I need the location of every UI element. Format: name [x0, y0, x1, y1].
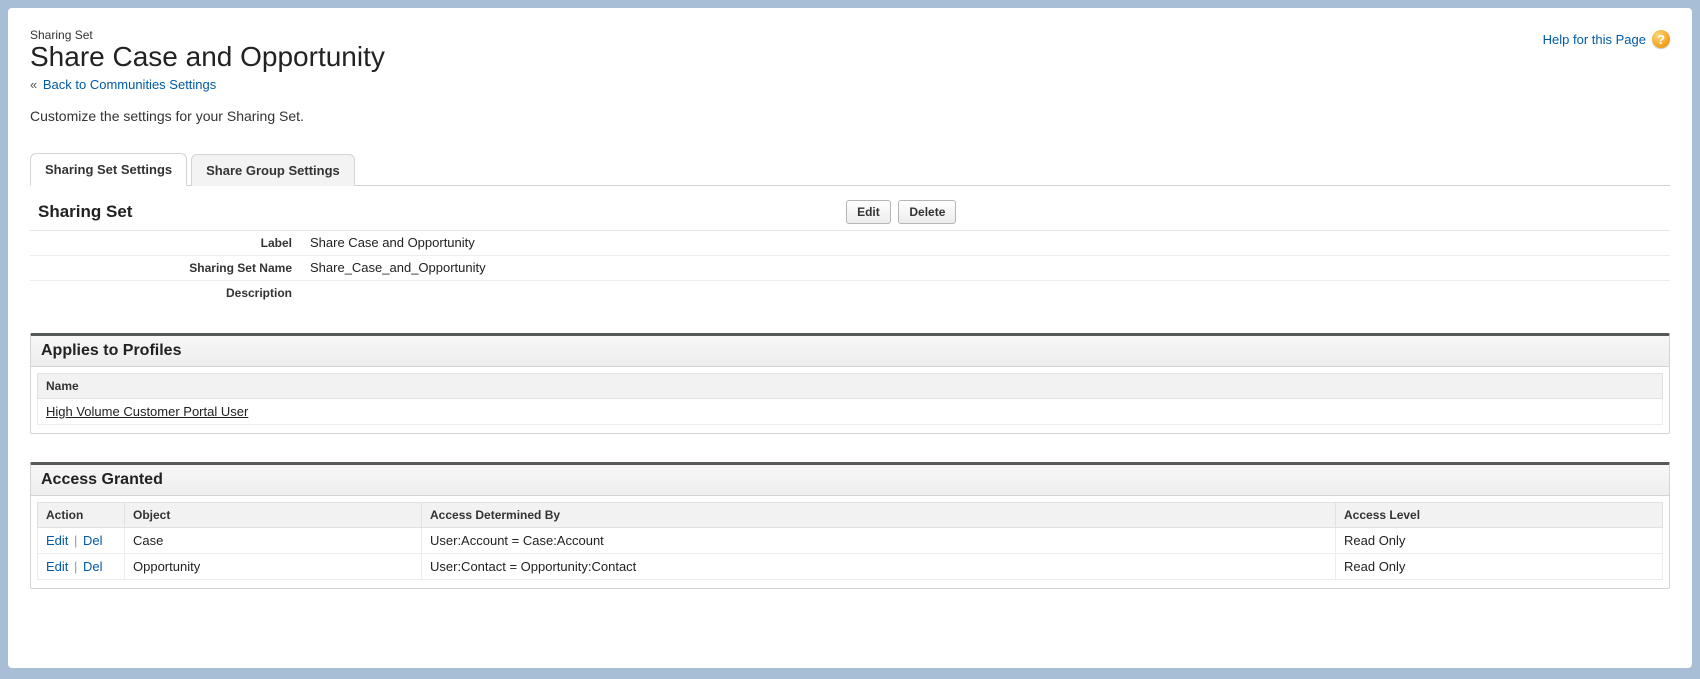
- access-action-cell: Edit | Del: [38, 553, 125, 579]
- access-edit-link[interactable]: Edit: [46, 533, 68, 548]
- access-object: Opportunity: [125, 553, 422, 579]
- tab-row: Sharing Set Settings Share Group Setting…: [30, 152, 1670, 186]
- profiles-table: Name High Volume Customer Portal User: [37, 373, 1663, 425]
- profiles-col-name: Name: [38, 373, 1663, 398]
- detail-header-row: Sharing Set Edit Delete: [30, 200, 1670, 224]
- detail-row-name: Sharing Set Name Share_Case_and_Opportun…: [30, 256, 1670, 281]
- action-separator: |: [74, 533, 77, 548]
- detail-label-label: Label: [30, 232, 310, 254]
- back-link-row: « Back to Communities Settings: [30, 77, 385, 92]
- detail-value-description: [310, 289, 1670, 297]
- detail-value-name: Share_Case_and_Opportunity: [310, 256, 1670, 279]
- access-del-link[interactable]: Del: [83, 559, 103, 574]
- detail-button-bar: Edit Delete: [132, 200, 1670, 224]
- access-panel-body: Action Object Access Determined By Acces…: [31, 496, 1669, 588]
- edit-button[interactable]: Edit: [846, 200, 891, 224]
- profile-link[interactable]: High Volume Customer Portal User: [46, 404, 248, 419]
- help-link-label: Help for this Page: [1543, 32, 1646, 47]
- table-row: Edit | Del Opportunity User:Contact = Op…: [38, 553, 1663, 579]
- access-table: Action Object Access Determined By Acces…: [37, 502, 1663, 580]
- access-level: Read Only: [1336, 553, 1663, 579]
- profiles-panel-title: Applies to Profiles: [31, 336, 1669, 367]
- intro-text: Customize the settings for your Sharing …: [30, 108, 1670, 124]
- back-chevron-icon: «: [30, 77, 37, 92]
- main-panel: Sharing Set Share Case and Opportunity «…: [8, 8, 1692, 668]
- detail-row-label: Label Share Case and Opportunity: [30, 231, 1670, 256]
- profiles-panel-body: Name High Volume Customer Portal User: [31, 367, 1669, 433]
- page-header: Sharing Set Share Case and Opportunity «…: [30, 28, 1670, 92]
- access-col-determined-by: Access Determined By: [422, 502, 1336, 527]
- access-action-cell: Edit | Del: [38, 527, 125, 553]
- tab-share-group-settings[interactable]: Share Group Settings: [191, 154, 355, 186]
- detail-label-description: Description: [30, 282, 310, 304]
- action-separator: |: [74, 559, 77, 574]
- help-link[interactable]: Help for this Page ?: [1543, 30, 1670, 48]
- access-determined-by: User:Account = Case:Account: [422, 527, 1336, 553]
- detail-value-label: Share Case and Opportunity: [310, 231, 1670, 254]
- access-del-link[interactable]: Del: [83, 533, 103, 548]
- access-determined-by: User:Contact = Opportunity:Contact: [422, 553, 1336, 579]
- page-title: Share Case and Opportunity: [30, 42, 385, 73]
- detail-row-description: Description: [30, 281, 1670, 305]
- detail-list: Label Share Case and Opportunity Sharing…: [30, 230, 1670, 305]
- detail-label-name: Sharing Set Name: [30, 257, 310, 279]
- help-icon: ?: [1652, 30, 1670, 48]
- table-row: High Volume Customer Portal User: [38, 398, 1663, 424]
- back-link[interactable]: Back to Communities Settings: [43, 77, 216, 92]
- access-object: Case: [125, 527, 422, 553]
- app-frame: Sharing Set Share Case and Opportunity «…: [0, 0, 1700, 679]
- table-row: Edit | Del Case User:Account = Case:Acco…: [38, 527, 1663, 553]
- page-eyebrow: Sharing Set: [30, 28, 385, 42]
- access-level: Read Only: [1336, 527, 1663, 553]
- access-edit-link[interactable]: Edit: [46, 559, 68, 574]
- page-header-left: Sharing Set Share Case and Opportunity «…: [30, 28, 385, 92]
- profiles-panel: Applies to Profiles Name High Volume Cus…: [30, 333, 1670, 434]
- access-col-object: Object: [125, 502, 422, 527]
- access-col-action: Action: [38, 502, 125, 527]
- access-panel: Access Granted Action Object Access Dete…: [30, 462, 1670, 589]
- delete-button[interactable]: Delete: [898, 200, 956, 224]
- detail-section-title: Sharing Set: [30, 202, 132, 222]
- access-col-level: Access Level: [1336, 502, 1663, 527]
- tab-sharing-set-settings[interactable]: Sharing Set Settings: [30, 153, 187, 186]
- access-panel-title: Access Granted: [31, 465, 1669, 496]
